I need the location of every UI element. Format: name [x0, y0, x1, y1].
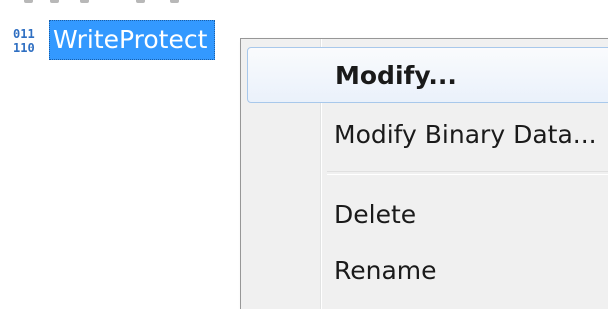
menu-item-rename[interactable]: Rename	[247, 243, 608, 299]
registry-binary-value-icon: 011 110	[11, 25, 45, 55]
menu-item-modify-binary-data[interactable]: Modify Binary Data...	[247, 107, 608, 163]
cut-off-text-fragment	[170, 0, 179, 3]
cut-off-text-fragment	[50, 0, 59, 3]
context-menu: Modify... Modify Binary Data... Delete R…	[240, 38, 608, 309]
registry-value-row[interactable]: 011 110 WriteProtect	[11, 20, 216, 60]
menu-item-delete[interactable]: Delete	[247, 187, 608, 243]
previous-tree-row-partial	[10, 0, 250, 6]
svg-text:011: 011	[13, 27, 35, 41]
registry-value-name[interactable]: WriteProtect	[49, 20, 216, 60]
cut-off-text-fragment	[24, 0, 33, 3]
menu-item-modify[interactable]: Modify...	[247, 47, 608, 103]
cut-off-text-fragment	[80, 0, 89, 3]
menu-item-label: Modify...	[335, 61, 457, 90]
menu-item-label: Modify Binary Data...	[334, 120, 597, 149]
cut-off-text-fragment	[136, 0, 145, 3]
svg-text:110: 110	[13, 41, 35, 55]
menu-separator	[327, 171, 608, 175]
menu-item-label: Delete	[334, 200, 417, 229]
menu-item-label: Rename	[334, 256, 437, 285]
